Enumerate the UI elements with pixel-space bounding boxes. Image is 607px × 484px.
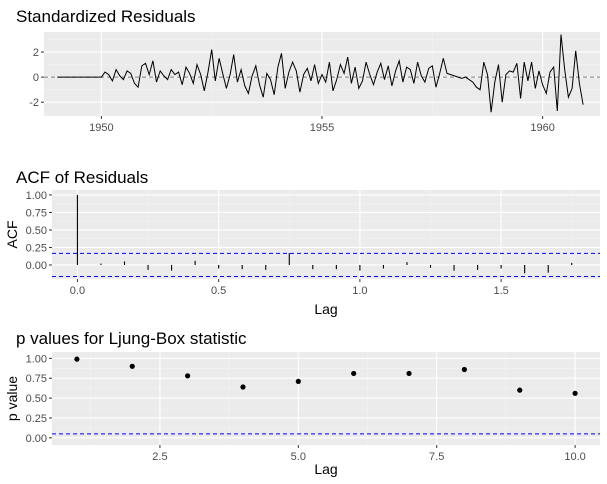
x-tick-label: 1955 [310,122,334,134]
p-value-point [185,373,191,379]
x-axis-label: Lag [314,301,337,317]
p-value-point [295,378,301,385]
panel-title: Standardized Residuals [16,7,196,26]
panel-3: p values for Ljung-Box statistic 2.5 5.0 7.… [4,329,600,477]
x-tick-label: 1.0 [352,285,367,297]
panel-title: ACF of Residuals [16,168,148,187]
y-tick-label: 0 [33,72,39,84]
y-tick-label: 1.00 [26,353,47,365]
y-tick-label: 0.50 [26,225,47,237]
y-axis-label: p value [4,376,20,421]
p-value-point [74,356,80,362]
panel-title: p values for Ljung-Box statistic [16,329,247,348]
x-axis-label: Lag [314,461,337,477]
p-value-point [461,366,467,373]
y-tick-label: 0.25 [26,242,47,254]
y-axis-label: ACF [4,221,20,249]
p-value-point [406,370,412,377]
panel-1: Standardized Residuals 1950 1955 1960 -2 0 2 [16,7,600,134]
x-tick-label: 2.5 [152,451,167,463]
y-tick-label: 0.00 [26,260,47,272]
y-tick-label: 0.75 [26,373,47,385]
y-tick-label: 0.50 [26,393,47,405]
p-value-point [517,387,523,393]
p-value-point [240,384,246,390]
y-tick-label: 1.00 [26,190,47,202]
p-value-point [129,363,135,369]
x-tick-label: 0.5 [211,285,226,297]
plot-background [52,190,600,279]
p-value-point [351,370,357,377]
x-tick-label: 5.0 [291,451,306,463]
y-tick-label: 0.25 [26,413,47,425]
x-tick-label: 7.5 [429,451,444,463]
x-tick-label: 0.0 [70,285,85,297]
x-tick-label: 1.5 [493,285,508,297]
panel-2: ACF of Residuals 0.0 0.5 1.0 1.5 0.00 0.25 0.50… [4,168,600,317]
x-tick-label: 1950 [89,122,113,134]
y-tick-label: 2 [33,47,39,59]
x-tick-label: 1960 [530,122,554,134]
diagnostic-figure: Standardized Residuals 1950 1955 1960 -2 0 2 AC… [4,7,600,477]
p-value-point [572,390,578,396]
y-tick-label: 0.00 [26,433,47,445]
y-tick-label: 0.75 [26,207,47,219]
x-tick-label: 10.0 [564,451,585,463]
y-tick-label: -2 [29,97,39,109]
